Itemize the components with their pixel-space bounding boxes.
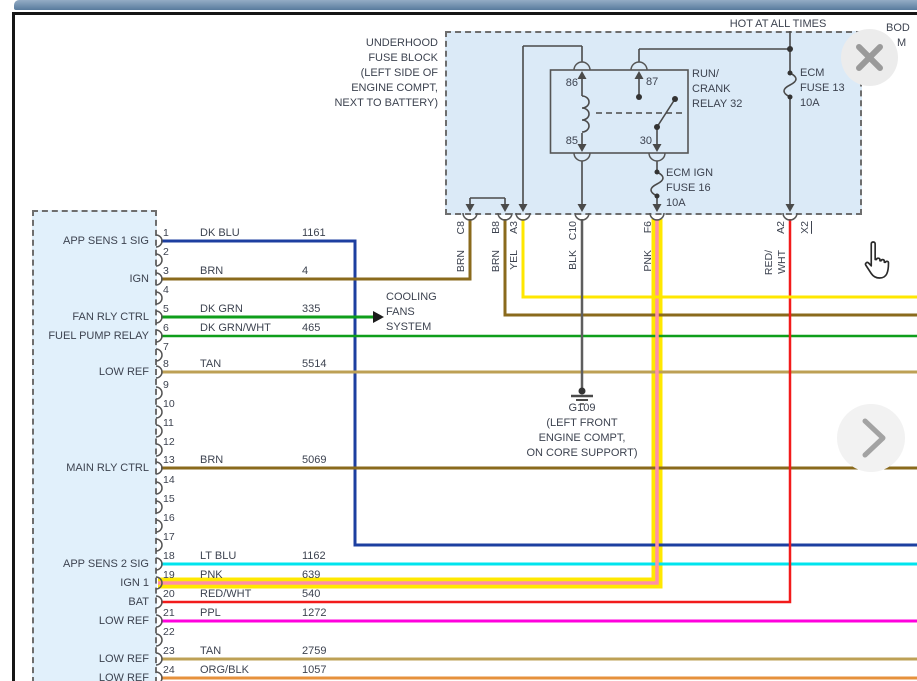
connector-cavity: [498, 213, 512, 220]
arrowhead: [635, 71, 644, 79]
arrowhead: [786, 204, 795, 212]
ecm-pin-cavity: [156, 634, 162, 646]
arrowhead: [466, 204, 475, 212]
arrowhead: [578, 204, 587, 212]
relay-87-contact: [636, 94, 642, 100]
ecm-pin-cavity: [156, 539, 162, 551]
ecm-pin-cavity: [156, 387, 162, 399]
junction-dot: [788, 95, 793, 100]
arrowhead: [653, 204, 662, 212]
hot-at-all-times-label: HOT AT ALL TIMES: [722, 17, 834, 31]
connector-cavity: [575, 213, 589, 220]
ecm-pin-cavity: [156, 292, 162, 304]
relay-cavity: [574, 153, 590, 161]
junction-dot: [787, 46, 793, 52]
junction-dot: [788, 71, 793, 76]
relay-30-contact: [654, 124, 660, 130]
connector-cavity: [650, 213, 664, 220]
close-button[interactable]: [841, 29, 898, 86]
hand-cursor-icon: [857, 240, 893, 291]
close-icon: [841, 29, 898, 86]
arrowhead: [653, 144, 662, 152]
ecm-pin-cavity: [156, 254, 162, 266]
wire-ign-brn-4: [161, 219, 470, 279]
connector-cavity: [783, 213, 797, 220]
arrowhead: [578, 71, 587, 79]
junction-dot: [655, 194, 660, 199]
ecm-pin-cavity: [156, 444, 162, 456]
ecm-pin-cavity: [156, 501, 162, 513]
ecm-pin-cavity: [156, 520, 162, 532]
connector-cavity: [516, 213, 530, 220]
ecm-pin-cavity: [156, 482, 162, 494]
ecm-ign-fuse-16-element: [651, 172, 663, 196]
wiring-diagram-viewer[interactable]: UNDERHOODFUSE BLOCK(LEFT SIDE OFENGINE C…: [0, 0, 917, 681]
arrowhead: [578, 144, 587, 152]
relay-cavity: [649, 153, 665, 161]
connector-cavity: [463, 213, 477, 220]
next-button[interactable]: [837, 404, 905, 472]
junction-dot: [655, 170, 660, 175]
relay-cavity: [574, 62, 590, 70]
cooling-fans-arrow: [373, 311, 384, 323]
relay-cavity: [631, 62, 647, 70]
relay-coil: [582, 96, 589, 132]
right-clipped-text-line2: M: [897, 36, 906, 50]
arrowhead: [501, 204, 510, 212]
relay-blade-tip: [672, 96, 678, 102]
ecm-pin-cavity: [156, 349, 162, 361]
wiring-layer: [0, 0, 917, 681]
arrowhead: [519, 204, 528, 212]
wire-b8-brn-out: [505, 219, 917, 315]
ecm-pin-cavity: [156, 672, 162, 681]
ecm-fuse-13-element: [784, 73, 796, 97]
ecm-pin-cavity: [156, 406, 162, 418]
chevron-right-icon: [837, 404, 905, 472]
wire-app-sens-1-dk-blu-1161: [161, 241, 917, 545]
ecm-pin-cavity: [156, 425, 162, 437]
ground-dot: [579, 388, 586, 395]
